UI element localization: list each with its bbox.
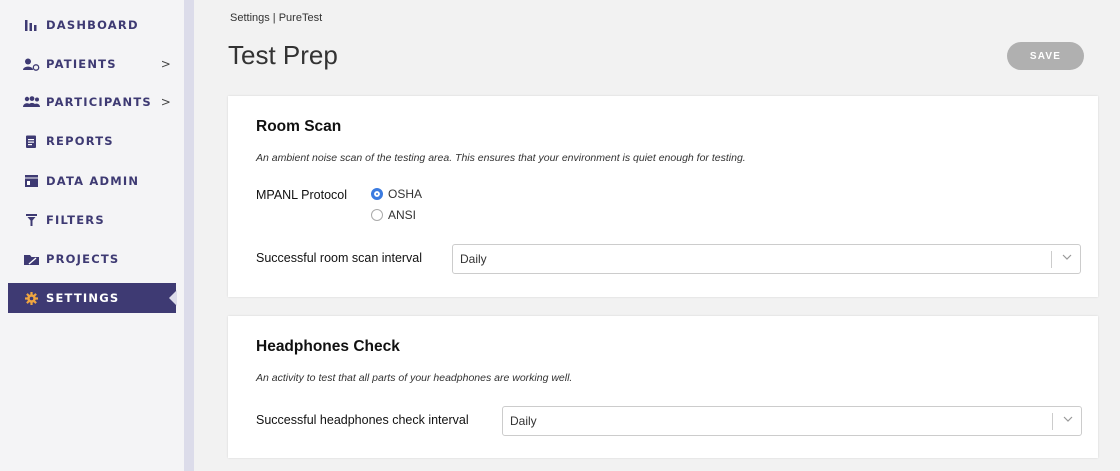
chevron-right-icon[interactable]: > [161, 95, 172, 109]
filter-icon [22, 213, 40, 227]
radio-unselected-icon[interactable] [371, 209, 383, 221]
sidebar-item-label: PATIENTS [46, 57, 117, 71]
sidebar-item-label: PROJECTS [46, 252, 120, 266]
sidebar-divider [184, 0, 194, 471]
mpanl-protocol-label: MPANL Protocol [256, 188, 348, 202]
chevron-down-icon[interactable] [1063, 413, 1073, 425]
radio-ansi[interactable]: ANSI [371, 208, 416, 222]
radio-label: ANSI [388, 208, 417, 222]
room-scan-title: Room Scan [256, 118, 342, 135]
sidebar-item-participants[interactable]: PARTICIPANTS > [8, 87, 176, 117]
chevron-down-icon[interactable] [1062, 251, 1072, 263]
gear-icon [22, 291, 40, 305]
select-value: Daily [510, 414, 537, 428]
page-title: Test Prep [228, 40, 338, 70]
bar-chart-icon [22, 18, 40, 32]
sidebar-item-label: PARTICIPANTS [46, 95, 152, 109]
participants-icon [22, 95, 40, 109]
clipboard-icon [22, 134, 40, 148]
sidebar-item-patients[interactable]: PATIENTS > [8, 49, 176, 79]
headphones-check-card: Headphones Check An activity to test tha… [228, 316, 1098, 458]
headphones-interval-select[interactable]: Daily [502, 406, 1082, 436]
headphones-check-title: Headphones Check [256, 338, 400, 355]
projects-icon [22, 252, 40, 266]
room-scan-card: Room Scan An ambient noise scan of the t… [228, 96, 1098, 297]
sidebar-item-filters[interactable]: FILTERS [8, 205, 176, 235]
select-value: Daily [460, 252, 487, 266]
chevron-right-icon[interactable]: > [161, 57, 172, 71]
breadcrumb: Settings | PureTest [230, 12, 323, 24]
sidebar-item-dashboard[interactable]: DASHBOARD [8, 10, 176, 40]
sidebar-item-label: SETTINGS [46, 291, 120, 305]
sidebar-item-label: DASHBOARD [46, 18, 139, 32]
data-admin-icon [22, 174, 40, 188]
patient-icon [22, 57, 40, 71]
select-separator [1051, 251, 1052, 268]
headphones-check-description: An activity to test that all parts of yo… [256, 372, 573, 384]
sidebar: DASHBOARD PATIENTS > PARTICIPANTS > REPO… [0, 0, 184, 471]
room-scan-interval-select[interactable]: Daily [452, 244, 1081, 274]
save-button[interactable]: SAVE [1007, 42, 1084, 70]
sidebar-item-reports[interactable]: REPORTS [8, 126, 176, 156]
sidebar-item-label: FILTERS [46, 213, 105, 227]
room-scan-description: An ambient noise scan of the testing are… [256, 152, 746, 164]
select-separator [1052, 413, 1053, 430]
radio-label: OSHA [388, 187, 423, 201]
headphones-interval-label: Successful headphones check interval [256, 413, 469, 427]
main-content: Settings | PureTest Test Prep SAVE Room … [194, 0, 1120, 471]
room-scan-interval-label: Successful room scan interval [256, 251, 423, 265]
sidebar-item-data-admin[interactable]: DATA ADMIN [8, 166, 176, 196]
sidebar-item-label: REPORTS [46, 134, 114, 148]
sidebar-item-label: DATA ADMIN [46, 174, 140, 188]
sidebar-item-projects[interactable]: PROJECTS [8, 244, 176, 274]
sidebar-item-settings[interactable]: SETTINGS [8, 283, 177, 313]
radio-selected-icon[interactable] [371, 188, 383, 200]
radio-osha[interactable]: OSHA [371, 187, 422, 201]
